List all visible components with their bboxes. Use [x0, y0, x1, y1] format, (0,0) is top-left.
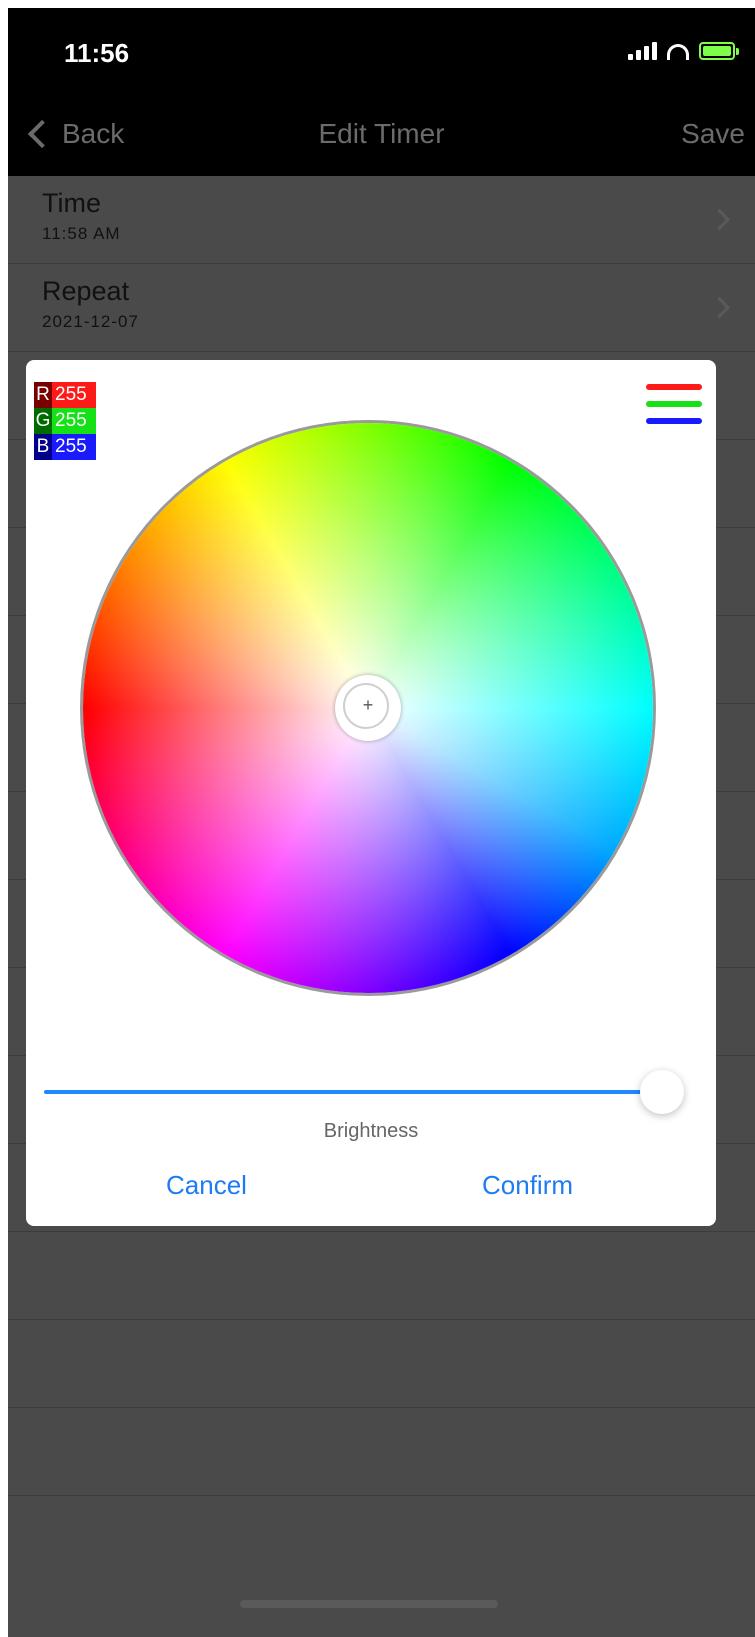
rgb-menu-icon[interactable] — [646, 384, 702, 428]
status-bar: 11:56 — [8, 8, 755, 96]
chevron-right-icon — [708, 296, 731, 319]
rgb-red-row: R 255 — [34, 382, 96, 408]
color-picker-dialog: R 255 G 255 B 255 + Brightness Cancel Co… — [26, 360, 716, 1226]
battery-icon — [699, 42, 739, 60]
status-time: 11:56 — [64, 38, 130, 68]
repeat-row[interactable]: Repeat 2021-12-07 — [8, 264, 755, 352]
screen: 11:56 Back Edit Timer Save Time 11:58 AM… — [8, 8, 755, 1637]
slider-track — [44, 1090, 654, 1094]
slider-thumb[interactable] — [640, 1070, 684, 1114]
status-icons — [628, 42, 739, 60]
color-wheel[interactable]: + — [83, 423, 653, 993]
page-title: Edit Timer — [318, 118, 445, 149]
green-value: 255 — [52, 408, 96, 434]
save-button[interactable]: Save — [681, 118, 745, 150]
list-row — [8, 1408, 755, 1496]
signal-icon — [628, 42, 657, 60]
blue-value: 255 — [52, 434, 96, 460]
time-label: Time — [42, 188, 101, 218]
chevron-right-icon — [708, 208, 731, 231]
green-label: G — [34, 408, 52, 434]
list-row — [8, 1232, 755, 1320]
time-value: 11:58 AM — [42, 224, 121, 243]
rgb-readout: R 255 G 255 B 255 — [34, 382, 96, 460]
time-row[interactable]: Time 11:58 AM — [8, 176, 755, 264]
home-indicator — [240, 1600, 498, 1608]
repeat-value: 2021-12-07 — [42, 312, 139, 331]
repeat-label: Repeat — [42, 276, 130, 306]
list-row — [8, 1320, 755, 1408]
wifi-icon — [667, 44, 689, 60]
brightness-label: Brightness — [323, 1120, 419, 1142]
confirm-button[interactable]: Confirm — [482, 1170, 573, 1201]
crosshair-icon: + — [362, 695, 374, 715]
cancel-button[interactable]: Cancel — [166, 1170, 247, 1201]
color-wheel-handle[interactable]: + — [335, 675, 401, 741]
navigation-bar: Back Edit Timer Save — [8, 96, 755, 176]
rgb-blue-row: B 255 — [34, 434, 96, 460]
rgb-green-row: G 255 — [34, 408, 96, 434]
brightness-slider[interactable] — [44, 1070, 684, 1120]
red-label: R — [34, 382, 52, 408]
blue-label: B — [34, 434, 52, 460]
red-value: 255 — [52, 382, 96, 408]
